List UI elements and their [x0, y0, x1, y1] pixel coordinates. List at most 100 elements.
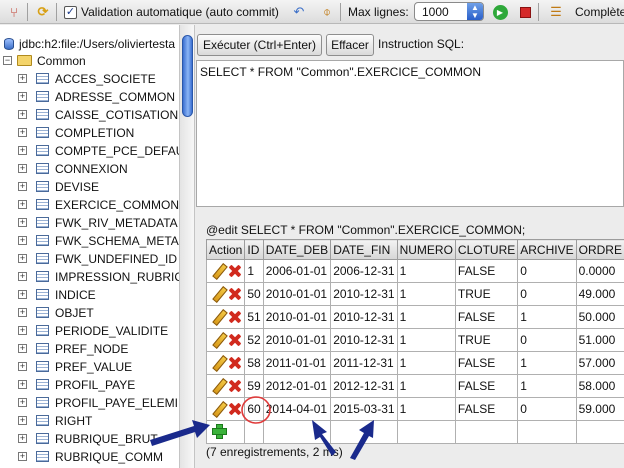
tree-table-item[interactable]: + ACCES_SOCIETE [0, 70, 179, 88]
table-icon [36, 163, 49, 174]
tree-table-item[interactable]: + DEVISE [0, 178, 179, 196]
tree-table-item[interactable]: + PREF_NODE [0, 340, 179, 358]
table-row[interactable]: 51 2010-01-01 2010-12-31 1 FALSE 1 50.000 [205, 305, 624, 329]
table-label: FWK_RIV_METADATA [55, 216, 178, 230]
history-icon[interactable]: ☰ [546, 2, 566, 22]
expand-icon[interactable]: + [18, 236, 27, 245]
table-cell: 0 [517, 259, 577, 283]
expand-icon[interactable]: + [18, 434, 27, 443]
clear-button[interactable]: Effacer [326, 34, 374, 56]
delete-icon[interactable] [228, 287, 242, 301]
expand-icon[interactable]: + [18, 362, 27, 371]
expand-icon[interactable]: + [18, 110, 27, 119]
expand-icon[interactable]: + [18, 218, 27, 227]
expand-icon[interactable]: + [18, 416, 27, 425]
expand-icon[interactable]: + [18, 128, 27, 137]
delete-icon[interactable] [228, 333, 242, 347]
max-rows-value: 1000 [422, 4, 449, 19]
commit-icon[interactable]: ↶ [289, 2, 309, 22]
table-row[interactable]: 59 2012-01-01 2012-12-31 1 FALSE 1 58.000 [205, 374, 624, 398]
delete-icon[interactable] [228, 310, 242, 324]
tree-icon[interactable]: ⑂ [4, 2, 24, 22]
tree-connection[interactable]: jdbc:h2:file:/Users/oliviertesta [0, 35, 179, 53]
scrollbar-thumb[interactable] [182, 35, 193, 117]
expand-icon[interactable]: + [18, 344, 27, 353]
tree-table-item[interactable]: + RIGHT [0, 412, 179, 430]
stop-icon[interactable] [515, 2, 535, 22]
table-icon [36, 451, 49, 462]
tree-table-item[interactable]: + FWK_UNDEFINED_ID [0, 250, 179, 268]
add-icon[interactable] [212, 424, 227, 439]
tree-table-item[interactable]: + PREF_VALUE [0, 358, 179, 376]
connection-label: jdbc:h2:file:/Users/oliviertesta [19, 37, 176, 51]
edit-icon[interactable] [211, 333, 225, 347]
delete-icon[interactable] [228, 379, 242, 393]
table-cell: FALSE [454, 397, 519, 421]
delete-icon[interactable] [228, 264, 242, 278]
tree-table-item[interactable]: + IMPRESSION_RUBRIC [0, 268, 179, 286]
run-icon[interactable]: ▶ [490, 2, 510, 22]
edit-icon[interactable] [211, 356, 225, 370]
tree-table-item[interactable]: + INDICE [0, 286, 179, 304]
delete-icon[interactable] [228, 356, 242, 370]
edit-icon[interactable] [211, 264, 225, 278]
tree-table-item[interactable]: + PROFIL_PAYE [0, 376, 179, 394]
expand-icon[interactable]: + [18, 380, 27, 389]
expand-icon[interactable]: + [18, 146, 27, 155]
tree-table-item[interactable]: + EXERCICE_COMMON [0, 196, 179, 214]
tree-table-item[interactable]: + CAISSE_COTISATION [0, 106, 179, 124]
table-row[interactable]: 58 2011-01-01 2011-12-31 1 FALSE 1 57.000 [205, 351, 624, 375]
edit-icon[interactable] [211, 287, 225, 301]
tree-table-item[interactable]: + ADRESSE_COMMON [0, 88, 179, 106]
edit-icon[interactable] [211, 402, 225, 416]
empty-cell [454, 420, 519, 444]
expand-icon[interactable]: + [18, 92, 27, 101]
table-icon [36, 73, 49, 84]
autocommit-label: Validation automatique (auto commit) [81, 5, 279, 19]
expand-icon[interactable]: + [18, 398, 27, 407]
sql-text: SELECT * FROM "Common".EXERCICE_COMMON [200, 65, 482, 79]
tree-table-item[interactable]: + OBJET [0, 304, 179, 322]
table-row[interactable]: 50 2010-01-01 2010-12-31 1 TRUE 0 49.000 [205, 282, 624, 306]
tree-table-item[interactable]: + FWK_SCHEMA_META [0, 232, 179, 250]
tree-table-item[interactable]: + RUBRIQUE_BRUT [0, 430, 179, 448]
expand-icon[interactable]: + [18, 326, 27, 335]
expand-icon[interactable]: + [18, 182, 27, 191]
expand-icon[interactable]: + [18, 200, 27, 209]
sql-editor[interactable]: SELECT * FROM "Common".EXERCICE_COMMON [196, 60, 624, 207]
execute-button[interactable]: Exécuter (Ctrl+Enter) [197, 34, 322, 56]
expand-icon[interactable]: + [18, 290, 27, 299]
refresh-icon[interactable]: ⟳ [33, 2, 53, 22]
tree-table-item[interactable]: + COMPLETION [0, 124, 179, 142]
tree-table-item[interactable]: + CONNEXION [0, 160, 179, 178]
delete-icon[interactable] [228, 402, 242, 416]
autocommit-checkbox[interactable]: ✓ [64, 0, 77, 24]
expand-icon[interactable]: + [18, 74, 27, 83]
expand-icon[interactable]: + [18, 164, 27, 173]
tree-schema-common[interactable]: − Common [0, 52, 179, 70]
table-row[interactable]: 52 2010-01-01 2010-12-31 1 TRUE 0 51.000 [205, 328, 624, 352]
table-cell: 2010-12-31 [330, 305, 398, 329]
table-cell: 1 [517, 374, 577, 398]
tree-table-item[interactable]: + FWK_RIV_METADATA [0, 214, 179, 232]
expand-icon[interactable]: + [18, 308, 27, 317]
table-icon [36, 271, 49, 282]
tree-table-item[interactable]: + PROFIL_PAYE_ELEMI [0, 394, 179, 412]
table-row[interactable]: 1 2006-01-01 2006-12-31 1 FALSE 0 0.0000 [205, 259, 624, 283]
tree-table-item[interactable]: + PERIODE_VALIDITE [0, 322, 179, 340]
table-row[interactable]: 60 2014-04-01 2015-03-31 1 FALSE 0 59.000 [205, 397, 624, 421]
rollback-icon[interactable]: ⌽ [317, 2, 337, 22]
expand-icon[interactable]: + [18, 272, 27, 281]
chevron-up-down-icon: ▲ ▼ [467, 3, 483, 20]
max-rows-select[interactable]: 1000 ▲ ▼ [414, 2, 484, 21]
collapse-icon[interactable]: − [3, 56, 12, 65]
expand-icon[interactable]: + [18, 452, 27, 461]
edit-icon[interactable] [211, 310, 225, 324]
edit-icon[interactable] [211, 379, 225, 393]
tree-scrollbar[interactable] [180, 25, 195, 468]
expand-icon[interactable]: + [18, 254, 27, 263]
tree-table-item[interactable]: + RUBRIQUE_COMM [0, 448, 179, 466]
schema-label: Common [37, 54, 86, 68]
tree-table-item[interactable]: + COMPTE_PCE_DEFAU [0, 142, 179, 160]
pane-divider[interactable] [196, 208, 624, 222]
